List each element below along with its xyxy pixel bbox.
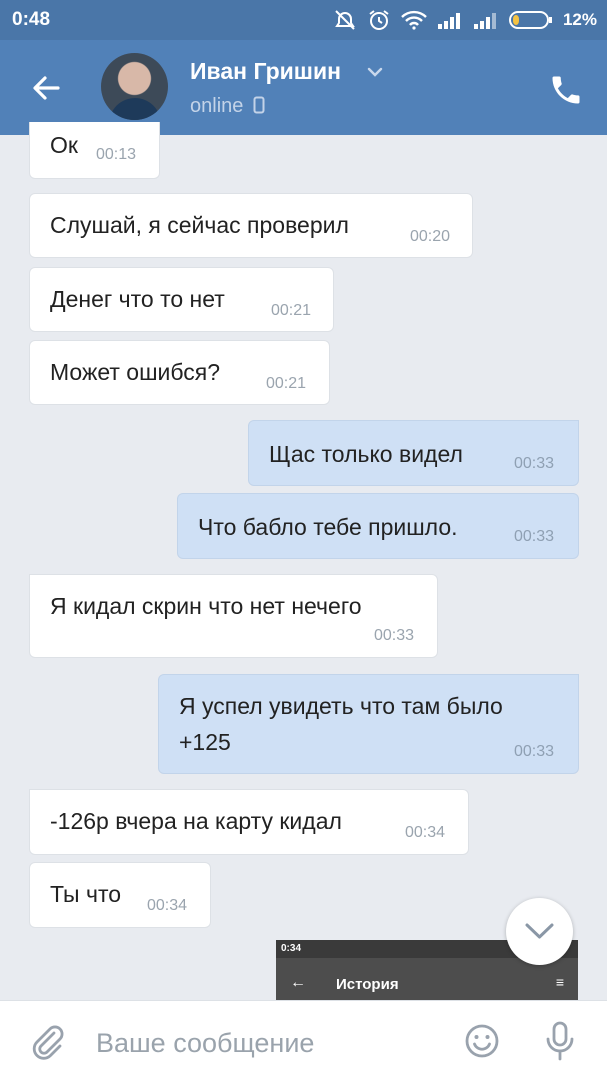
phone-icon [552, 76, 580, 104]
call-button[interactable] [548, 72, 584, 108]
battery-percentage: 12% [562, 10, 597, 29]
message-time: 00:13 [96, 146, 137, 163]
preview-back-icon: ← [290, 974, 306, 991]
message-time: 00:33 [514, 528, 555, 545]
message-text-line2: +125 [179, 729, 231, 755]
message-time: 00:33 [514, 455, 555, 472]
message-text: Может ошибся? [50, 359, 221, 385]
signal-2-icon [473, 13, 496, 29]
message-outgoing[interactable]: Что бабло тебе пришло. 00:33 [177, 493, 579, 559]
message-text: Ок [50, 132, 78, 158]
signal-icon [437, 13, 460, 29]
message-incoming[interactable]: Слушай, я сейчас проверил 00:20 [29, 193, 473, 258]
message-incoming[interactable]: Денег что то нет 00:21 [29, 267, 334, 332]
message-text: Я кидал скрин что нет нечего [50, 593, 362, 619]
message-time: 00:33 [374, 627, 415, 644]
status-time: 0:48 [12, 9, 51, 30]
attach-button[interactable] [28, 1021, 68, 1061]
emoji-icon [465, 1024, 499, 1058]
chevron-down-icon[interactable] [366, 66, 384, 78]
attach-icon [32, 1025, 64, 1060]
preview-filter-icon: ≡ [555, 974, 564, 990]
mobile-icon [253, 96, 265, 114]
message-input[interactable] [96, 1023, 436, 1063]
message-text: Что бабло тебе пришло. [198, 514, 458, 540]
alarm-icon [369, 10, 389, 30]
battery-icon [508, 11, 552, 29]
chevron-down-fab-icon [525, 923, 554, 939]
message-incoming[interactable]: Ок 00:13 [29, 122, 160, 179]
message-text: Ты что [50, 881, 122, 907]
message-time: 00:34 [405, 824, 446, 841]
back-arrow-icon [33, 76, 60, 100]
message-text: -126р вчера на карту кидал [50, 808, 342, 834]
status-icons: 12% [333, 8, 597, 32]
message-text: Слушай, я сейчас проверил [50, 212, 349, 238]
wifi-icon [401, 10, 427, 30]
preview-title: История [336, 976, 399, 993]
back-button[interactable] [26, 68, 66, 108]
message-time: 00:34 [147, 897, 188, 914]
voice-button[interactable] [540, 1019, 580, 1063]
message-incoming[interactable]: -126р вчера на карту кидал 00:34 [29, 789, 469, 855]
message-outgoing[interactable]: Щас только видел 00:33 [248, 420, 579, 486]
message-time: 00:33 [514, 743, 555, 760]
message-incoming[interactable]: Ты что 00:34 [29, 862, 211, 928]
chat-header: Иван Гришин online [0, 40, 607, 135]
message-incoming[interactable]: Может ошибся? 00:21 [29, 340, 330, 405]
message-time: 00:21 [266, 375, 307, 392]
message-outgoing[interactable]: Я успел увидеть что там было +125 00:33 [158, 674, 579, 774]
message-incoming[interactable]: Я кидал скрин что нет нечего 00:33 [29, 574, 438, 658]
contact-name[interactable]: Иван Гришин [190, 58, 341, 85]
message-composer [0, 1000, 607, 1081]
message-time: 00:20 [410, 228, 451, 245]
avatar[interactable] [101, 53, 168, 120]
message-text: Денег что то нет [50, 286, 225, 312]
presence-text: online [190, 95, 244, 117]
message-text: Я успел увидеть что там было [179, 693, 503, 719]
presence-status: online [190, 95, 265, 118]
preview-time: 0:34 [281, 943, 302, 954]
scroll-down-button[interactable] [506, 898, 573, 965]
message-text: Щас только видел [269, 441, 463, 467]
message-time: 00:21 [271, 302, 312, 319]
mic-icon [546, 1021, 574, 1061]
vibrate-off-icon [335, 10, 355, 30]
status-bar: 0:48 12% [0, 0, 607, 40]
emoji-button[interactable] [462, 1021, 502, 1061]
